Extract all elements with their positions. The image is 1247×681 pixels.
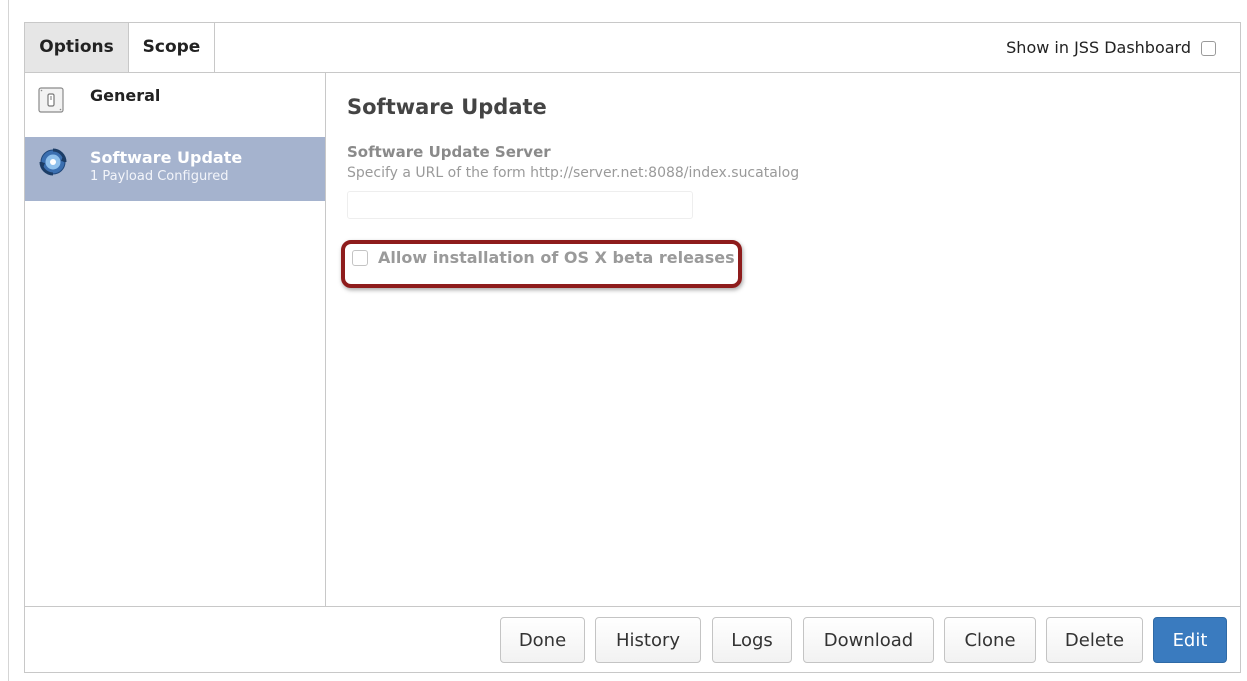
- configuration-profile-panel: Options Scope Show in JSS Dashboard Gene…: [24, 22, 1241, 673]
- beta-releases-checkbox[interactable]: [352, 249, 368, 266]
- sidebar-item-general[interactable]: General: [25, 73, 325, 137]
- history-button[interactable]: History: [595, 617, 701, 663]
- payload-sidebar: General Software Update 1 Payload Config…: [25, 73, 326, 606]
- show-in-dashboard-label: Show in JSS Dashboard: [1006, 38, 1191, 57]
- sidebar-item-software-update-label: Software Update: [90, 148, 243, 167]
- page-title: Software Update: [347, 95, 547, 119]
- sidebar-item-software-update[interactable]: Software Update 1 Payload Configured: [25, 137, 325, 201]
- sidebar-item-general-label: General: [90, 86, 161, 105]
- show-in-dashboard-checkbox[interactable]: [1201, 41, 1216, 56]
- tab-scope[interactable]: Scope: [129, 23, 215, 72]
- software-update-server-input[interactable]: [347, 191, 693, 219]
- tab-bar: Options Scope Show in JSS Dashboard: [25, 23, 1240, 73]
- payload-content: Software Update Software Update Server S…: [326, 73, 1240, 606]
- sidebar-item-software-update-subtitle: 1 Payload Configured: [90, 169, 229, 184]
- edit-button[interactable]: Edit: [1153, 617, 1227, 663]
- window-edge: [8, 0, 9, 681]
- logs-button[interactable]: Logs: [712, 617, 792, 663]
- delete-button[interactable]: Delete: [1046, 617, 1143, 663]
- download-button[interactable]: Download: [803, 617, 934, 663]
- switch-icon: [38, 87, 64, 117]
- server-field-label: Software Update Server: [347, 143, 551, 161]
- software-update-icon: [38, 147, 68, 181]
- beta-releases-option[interactable]: Allow installation of OS X beta releases: [352, 248, 735, 267]
- show-in-dashboard-toggle[interactable]: Show in JSS Dashboard: [1006, 23, 1216, 72]
- beta-releases-label: Allow installation of OS X beta releases: [378, 248, 735, 267]
- action-bar: Done History Logs Download Clone Delete …: [25, 606, 1240, 672]
- done-button[interactable]: Done: [500, 617, 585, 663]
- server-field-help: Specify a URL of the form http://server.…: [347, 165, 800, 181]
- tab-options[interactable]: Options: [25, 23, 129, 72]
- clone-button[interactable]: Clone: [944, 617, 1036, 663]
